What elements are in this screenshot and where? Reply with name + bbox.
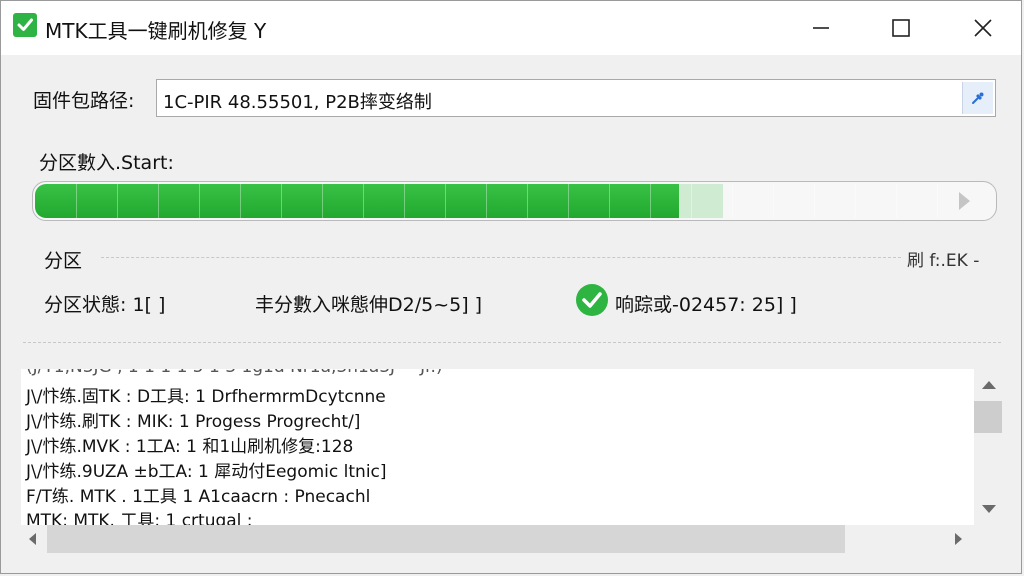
progress-segment bbox=[650, 184, 651, 218]
loading-state-text: 丰分數入咪態伸D2/5~5] ] bbox=[255, 294, 483, 316]
partition-right-text: 刷 f:.EK - bbox=[907, 251, 980, 271]
check-square-icon bbox=[13, 13, 37, 37]
progress-segment bbox=[158, 184, 159, 218]
check-circle-icon bbox=[576, 284, 608, 316]
load-progress-bar bbox=[32, 181, 997, 221]
partition-label: 分区 bbox=[44, 250, 83, 272]
log-line: J\/忭练.9UZA ±b工A: 1 犀动付Eegomic ltnic] bbox=[26, 462, 387, 482]
close-button[interactable] bbox=[953, 1, 1013, 55]
progress-segment bbox=[527, 184, 528, 218]
progress-fade bbox=[679, 184, 723, 218]
load-label: 分区數入.Start: bbox=[39, 152, 174, 174]
section-divider bbox=[23, 342, 1001, 343]
progress-segment bbox=[117, 184, 118, 218]
progress-segment bbox=[281, 184, 282, 218]
firmware-path-label: 固件包路径: bbox=[33, 90, 135, 112]
progress-segment bbox=[732, 184, 733, 218]
progress-segment bbox=[76, 184, 77, 218]
firmware-path-value: 1C-PIR 48.55501, P2B摔变络制 bbox=[163, 92, 432, 113]
progress-segment bbox=[199, 184, 200, 218]
window-title: MTK工具一键刷机修复 Y bbox=[45, 19, 267, 43]
log-panel[interactable]: (J/T1,N3JG , 1 1 1 1 5 1 3 1g1d Nr1a,3n1… bbox=[21, 369, 974, 525]
progress-segment bbox=[240, 184, 241, 218]
maximize-button[interactable] bbox=[871, 1, 931, 55]
scroll-left-icon[interactable] bbox=[29, 533, 36, 545]
progress-segment bbox=[773, 184, 774, 218]
close-icon bbox=[974, 19, 992, 37]
vertical-scroll-thumb[interactable] bbox=[974, 401, 1002, 433]
log-vertical-scrollbar[interactable] bbox=[974, 369, 1002, 525]
log-line: F/T练. MTK . 1工具 1 A1caacrn : Pnecachl bbox=[26, 487, 371, 507]
progress-segment bbox=[855, 184, 856, 218]
progress-segment bbox=[363, 184, 364, 218]
scroll-down-icon[interactable] bbox=[982, 505, 996, 513]
partition-divider bbox=[101, 257, 901, 258]
progress-segment bbox=[896, 184, 897, 218]
result-text: 响踪或-02457: 25] ] bbox=[615, 294, 797, 316]
play-icon bbox=[959, 192, 970, 210]
progress-segment bbox=[486, 184, 487, 218]
browse-button[interactable] bbox=[962, 82, 993, 114]
log-line: (J/T1,N3JG , 1 1 1 1 5 1 3 1g1d Nr1a,3n1… bbox=[26, 369, 443, 377]
minimize-button[interactable] bbox=[791, 1, 851, 55]
scroll-right-icon[interactable] bbox=[955, 533, 962, 545]
progress-segment bbox=[814, 184, 815, 218]
progress-fill bbox=[35, 184, 679, 218]
pin-icon bbox=[972, 92, 984, 104]
scroll-up-icon[interactable] bbox=[982, 381, 996, 389]
progress-segment bbox=[568, 184, 569, 218]
progress-segment bbox=[404, 184, 405, 218]
firmware-path-input[interactable]: 1C-PIR 48.55501, P2B摔变络制 bbox=[156, 79, 996, 117]
log-horizontal-scrollbar[interactable] bbox=[21, 525, 974, 553]
progress-segment bbox=[609, 184, 610, 218]
progress-segment bbox=[445, 184, 446, 218]
partition-state-text: 分区状態: 1[ ] bbox=[44, 294, 166, 316]
title-bar: MTK工具一键刷机修复 Y bbox=[1, 1, 1021, 55]
minimize-icon bbox=[813, 27, 829, 29]
maximize-icon bbox=[892, 19, 910, 37]
app-window: MTK工具一键刷机修复 Y 固件包路径: 1C-PIR 48.55501, P2… bbox=[0, 0, 1022, 574]
progress-segment bbox=[691, 184, 692, 218]
progress-segment bbox=[322, 184, 323, 218]
log-line: J\/忭练.MVK : 1工A: 1 和1山刷机修复:128 bbox=[26, 437, 354, 457]
log-line: J\/忭练.固TK : D工具: 1 DrfhermrmDcytcnne bbox=[26, 387, 386, 407]
horizontal-scroll-thumb[interactable] bbox=[47, 525, 845, 553]
log-line: J\/忭练.刷TK : MIK: 1 Progess Progrecht/] bbox=[26, 412, 361, 432]
log-line: MTK: MTK. 工具: 1 crtugal : bbox=[26, 511, 253, 525]
progress-segment bbox=[937, 184, 938, 218]
